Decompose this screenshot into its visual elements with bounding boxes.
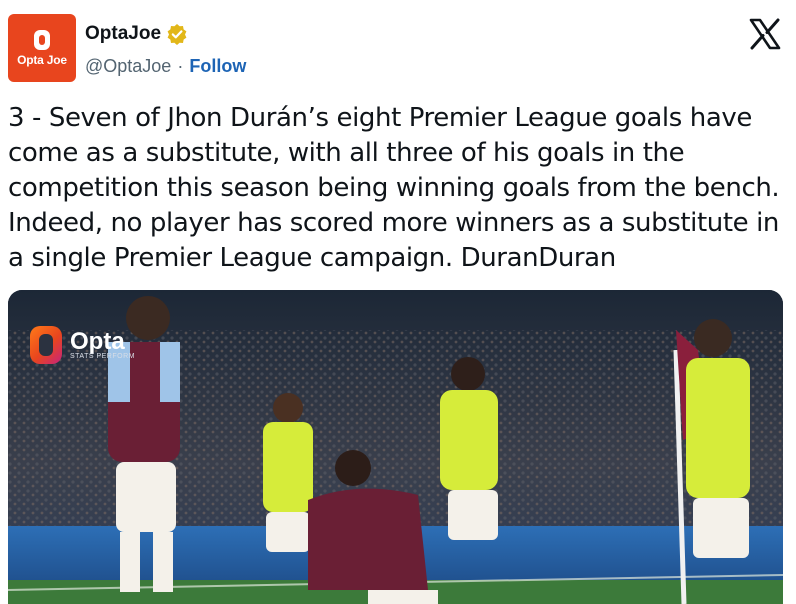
tweet-media-photo[interactable]: Opta STATS PERFORM (8, 290, 783, 604)
handle-row: @OptaJoe · Follow (85, 56, 246, 77)
follow-button[interactable]: Follow (189, 56, 246, 77)
x-logo-icon[interactable] (748, 17, 782, 51)
opta-watermark-subtitle: STATS PERFORM (70, 352, 135, 360)
opta-mark-icon (31, 29, 53, 51)
user-handle[interactable]: @OptaJoe (85, 56, 171, 77)
optajoe-avatar[interactable]: Opta Joe (8, 14, 76, 82)
tweet-header: Opta Joe OptaJoe @OptaJoe · Follow (8, 11, 788, 87)
verified-badge-icon (166, 23, 188, 45)
opta-watermark: Opta STATS PERFORM (30, 326, 135, 364)
tweet-text: 3 - Seven of Jhon Durán’s eight Premier … (8, 103, 780, 273)
display-name[interactable]: OptaJoe (85, 23, 161, 45)
opta-logo-icon (30, 326, 62, 364)
avatar-wordmark: Opta Joe (17, 53, 67, 67)
opta-watermark-title: Opta (70, 327, 125, 355)
name-row: OptaJoe (85, 23, 188, 45)
separator-dot: · (177, 56, 184, 76)
